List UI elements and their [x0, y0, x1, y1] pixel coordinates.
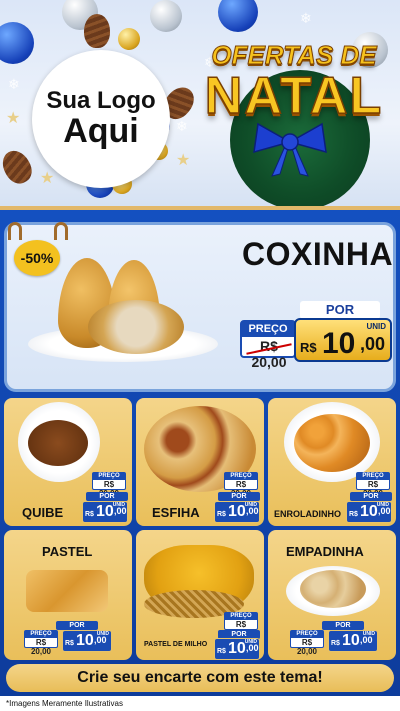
price-tag: UNID R$ 10 ,00 [82, 501, 128, 523]
hero-old-price: R$ 20,00 [251, 338, 287, 370]
price-int: 10 [228, 640, 246, 657]
blue-ornament-icon [0, 22, 34, 64]
preco-label: PREÇO [357, 473, 389, 480]
currency: R$ [217, 511, 226, 518]
hero-price-int: 10 [322, 327, 356, 360]
preco-label: PREÇO [225, 473, 257, 480]
price-cents: ,00 [378, 506, 391, 516]
hero-unit: UNID [366, 322, 386, 331]
currency: R$ [217, 648, 226, 655]
logo-placeholder[interactable]: Sua Logo Aqui [32, 50, 170, 188]
christmas-title: NATAL [204, 66, 384, 126]
price-tag: UNID R$ 10 ,00 [346, 501, 392, 523]
currency: R$ [349, 511, 358, 518]
antler-icon [54, 222, 68, 240]
preco-label: PREÇO [225, 613, 257, 620]
por-label: POR [350, 492, 392, 501]
header-banner: ★ ★ ★ ❄ ❄ ❄ ❄ ❄ Sua Logo Aqui OFERTAS DE… [0, 0, 400, 206]
disclaimer-text: *Imagens Meramente Ilustrativas [0, 696, 400, 711]
preco-label: PREÇO [291, 631, 323, 638]
price-int: 10 [342, 632, 360, 649]
old-price-tag: PREÇO R$ 20,00 [224, 472, 258, 498]
blue-ornament-icon [218, 0, 258, 32]
old-price-tag: PREÇO R$ 20,00 [92, 472, 126, 498]
price-int: 10 [96, 503, 114, 520]
snowflake-icon: ❄ [8, 76, 20, 92]
price-cents: ,00 [114, 506, 127, 516]
silver-ornament-icon [150, 0, 182, 32]
price-cents: ,00 [94, 635, 107, 645]
currency: R$ [331, 640, 340, 647]
product-label: PASTEL [42, 544, 93, 559]
star-icon: ★ [6, 110, 21, 127]
price-tag: UNID R$ 10 ,00 [214, 501, 260, 523]
old-price-tag: PREÇO R$ 20,00 [24, 630, 58, 656]
pastel-image [26, 570, 108, 612]
gold-ornament-icon [118, 28, 140, 50]
hero-price-tag: UNID R$ 10 ,00 [294, 318, 392, 362]
currency: R$ [65, 640, 74, 647]
por-label: POR [86, 492, 128, 501]
preco-label: PREÇO [93, 473, 125, 480]
price-cents: ,00 [246, 506, 259, 516]
hero-por-label: POR [300, 301, 380, 319]
price-tag: UNID R$ 10 ,00 [214, 638, 260, 660]
hero-preco-label: PREÇO [242, 322, 294, 337]
por-label: POR [56, 621, 98, 630]
hero-currency: R$ [300, 340, 317, 355]
star-icon: ★ [176, 152, 191, 169]
product-label: EMPADINHA [286, 544, 364, 559]
hero-price-cents: ,00 [360, 334, 386, 354]
create-flyer-button[interactable]: Crie seu encarte com este tema! [6, 664, 394, 692]
preco-label: PREÇO [25, 631, 57, 638]
old-price-tag: PREÇO R$ 20,00 [356, 472, 390, 498]
empadinha-image [300, 570, 366, 608]
product-label: ESFIHA [152, 505, 200, 520]
antler-icon [8, 222, 22, 240]
price-cents: ,00 [246, 643, 259, 653]
logo-text-line2: Aqui [63, 112, 139, 151]
snowflake-icon: ❄ [176, 118, 188, 134]
product-label: QUIBE [22, 505, 64, 520]
por-label: POR [218, 492, 260, 501]
product-label: ENROLADINHO [274, 509, 341, 519]
old-price-tag: PREÇO R$ 20,00 [290, 630, 324, 656]
price-int: 10 [360, 503, 378, 520]
star-icon: ★ [40, 170, 55, 187]
price-tag: UNID R$ 10 ,00 [328, 630, 378, 652]
old-price-tag: PREÇO R$ 20,00 [224, 612, 258, 638]
currency: R$ [85, 511, 94, 518]
quibe-image [28, 420, 88, 466]
product-label: PASTEL DE MILHO [144, 641, 208, 648]
price-cents: ,00 [360, 635, 373, 645]
hero-old-price-tag: PREÇO R$ 20,00 [240, 320, 296, 370]
price-tag: UNID R$ 10 ,00 [62, 630, 112, 652]
price-int: 10 [228, 503, 246, 520]
old-price: R$ 20,00 [296, 638, 318, 656]
enroladinho-image [294, 414, 370, 472]
pinecone-icon [0, 145, 37, 189]
pinecone-icon [84, 14, 110, 48]
discount-badge: -50% [14, 240, 60, 276]
logo-text-line1: Sua Logo [46, 86, 156, 114]
ribbon-bow-icon [253, 122, 327, 177]
snowflake-icon: ❄ [300, 10, 312, 26]
coxinha-filling-image [88, 300, 184, 354]
old-price: R$ 20,00 [30, 638, 52, 656]
por-label: POR [322, 621, 364, 630]
hero-product-title: COXINHA [242, 236, 394, 272]
price-int: 10 [76, 632, 94, 649]
